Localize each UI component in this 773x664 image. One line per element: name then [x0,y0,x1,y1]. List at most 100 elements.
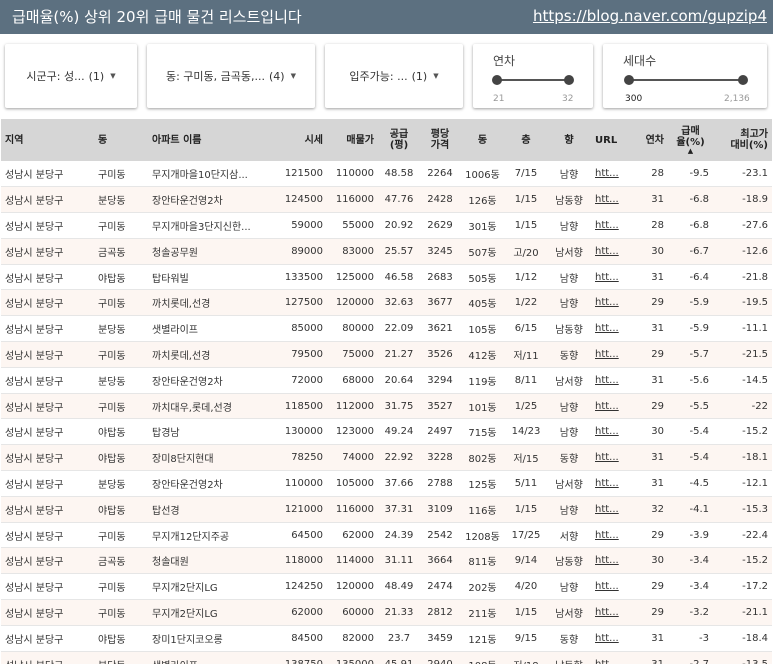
url-link[interactable]: htt... [591,161,625,187]
households-slider-min-handle[interactable] [624,75,634,85]
col-header[interactable]: 동 [94,119,148,161]
building-cell: 125동 [468,479,497,491]
age-cell: 28 [651,219,664,231]
col-header-sorted[interactable]: 급매 율(%) ▲ [668,119,713,161]
col-header[interactable]: 지역 [1,119,94,161]
age-cell: 32 [651,503,664,515]
building-cell: 301동 [468,221,497,233]
table-row[interactable]: 성남시 분당구 분당동 샛별라이프 85000 80000 22.09 3621 105동 6/… [1,316,772,342]
table-row[interactable]: 성남시 분당구 금곡동 청솔공무원 89000 83000 25.57 3245 507동 고/… [1,238,772,265]
table-row[interactable]: 성남시 분당구 야탑동 탑선경 121000 116000 37.31 3109 116동 1/… [1,496,772,523]
table-row[interactable]: 성남시 분당구 금곡동 청솔대원 118000 114000 31.11 3664 811동 9… [1,547,772,574]
price-per-pyeong-cell: 3109 [427,503,453,515]
discount-rate-cell: -3.4 [689,581,709,593]
col-header[interactable]: 시세 [274,119,327,161]
supply-pyeong-cell: 31.11 [384,555,414,567]
table-row[interactable]: 성남시 분당구 야탑동 탑경남 130000 123000 49.24 2497 715동 14… [1,419,772,445]
direction-cell: 남향 [559,299,579,311]
table-row[interactable]: 성남시 분당구 구미동 무지개마을10단지삼... 121500 110000 48.58… [1,161,772,187]
table-row[interactable]: 성남시 분당구 구미동 무지개12단지주공 64500 62000 24.39 2542 12… [1,522,772,548]
url-link[interactable]: htt... [591,445,625,471]
table-row[interactable]: 성남시 분당구 야탑동 장미8단지현대 78250 74000 22.92 3228 802동… [1,444,772,471]
url-link[interactable]: htt... [591,367,625,393]
table-row[interactable]: 성남시 분당구 분당동 장안타운건영2차 110000 105000 37.66 2788 1… [1,471,772,497]
age-cell: 31 [651,477,664,489]
table-row[interactable]: 성남시 분당구 구미동 까치롯데,선경 127500 120000 32.63 3677 40… [1,289,772,316]
url-link[interactable]: htt... [591,548,625,574]
table-row[interactable]: 성남시 분당구 야탑동 탑타워빌 133500 125000 46.58 2683 505동 1… [1,264,772,290]
region-cell: 성남시 분당구 [5,634,64,646]
table-row[interactable]: 성남시 분당구 분당동 장안타운건영2차 124500 116000 47.76 2428 1… [1,186,772,213]
age-cell: 30 [651,426,664,438]
table-header-row: 지역 동 아파트 이름 시세 매물가 공급 (평) 평당 가격 동 층 향 UR… [1,119,772,161]
dong-cell: 구미동 [98,170,126,182]
supply-pyeong-cell: 21.33 [384,606,414,618]
url-link[interactable]: htt... [591,496,625,522]
table-row[interactable]: 성남시 분당구 구미동 무지개2단지LG 62000 60000 21.33 2812 211… [1,599,772,626]
ipju-filter-dropdown[interactable]: 입주가능: ... (1) ▼ [325,44,463,108]
url-link[interactable]: htt... [591,238,625,264]
listing-price-cell: 123000 [335,426,374,438]
col-header[interactable]: 연차 [625,119,668,161]
households-range-slider: 세대수 300 2,136 [603,44,767,108]
building-cell: 715동 [468,428,497,440]
region-cell: 성남시 분당구 [1,651,94,664]
table-row[interactable]: 성남시 분당구 야탑동 장미1단지코오롱 84500 82000 23.7 3459 121동… [1,625,772,652]
url-link[interactable]: htt... [591,316,625,342]
dong-cell: 분당동 [98,325,126,337]
col-header[interactable]: 매물가 [327,119,378,161]
vs-peak-cell: -23.1 [742,168,768,180]
table-row[interactable]: 성남시 분당구 구미동 까치대우,롯데,선경 118500 112000 31.75 352… [1,393,772,419]
dong-cell: 분당동 [98,479,126,491]
col-header[interactable]: 동 [460,119,505,161]
col-header[interactable]: 아파트 이름 [148,119,274,161]
blog-link[interactable]: https://blog.naver.com/gupzip4 [533,7,767,25]
apartment-name-cell: 장미1단지코오롱 [152,634,223,646]
dong-cell: 구미동 [98,402,126,414]
direction-cell: 남서향 [555,247,583,259]
year-slider-track[interactable] [497,79,569,81]
url-link[interactable]: htt... [591,522,625,548]
region-cell: 성남시 분당구 [5,221,64,233]
table-row[interactable]: 성남시 분당구 구미동 무지개마을3단지신한... 59000 55000 20.92 26… [1,213,772,239]
url-link[interactable]: htt... [591,471,625,497]
table-row[interactable]: 성남시 분당구분당동샛별라이프13875013500045.912940108동… [1,651,772,664]
dong-cell: 구미동 [98,299,126,311]
url-link[interactable]: htt... [591,600,625,626]
url-link[interactable]: htt... [591,213,625,239]
year-slider-max-handle[interactable] [564,75,574,85]
col-header[interactable]: 향 [547,119,591,161]
sigungu-filter-dropdown[interactable]: 시군구: 성... (1) ▼ [5,44,137,108]
floor-cell: 1/15 [514,194,538,206]
dong-cell: 구미동 [98,531,126,543]
col-header[interactable]: 층 [505,119,547,161]
market-price-cell: 133500 [284,271,323,283]
url-link[interactable]: htt... [591,290,625,316]
dong-filter-dropdown[interactable]: 동: 구미동, 금곡동,... (4) ▼ [147,44,315,108]
price-per-pyeong-cell: 3621 [427,323,453,335]
households-slider-max-handle[interactable] [738,75,748,85]
households-slider-track[interactable] [629,79,743,81]
year-slider-min-handle[interactable] [492,75,502,85]
col-header[interactable]: URL [591,119,625,161]
building-cell: 1208동 [465,531,500,543]
url-link[interactable]: htt... [591,342,625,368]
url-link[interactable]: htt... [591,625,625,651]
url-link[interactable]: htt... [591,187,625,213]
discount-rate-cell: -9.5 [689,168,709,180]
table-row[interactable]: 성남시 분당구 분당동 장안타운건영2차 72000 68000 20.64 3294 119… [1,367,772,394]
table-row[interactable]: 성남시 분당구 구미동 무지개2단지LG 124250 120000 48.49 2474 2… [1,574,772,600]
region-cell: 성남시 분당구 [5,273,64,285]
col-header[interactable]: 최고가 대비(%) [713,119,772,161]
url-link[interactable]: htt... [591,264,625,290]
vs-peak-cell: -15.2 [742,555,768,567]
url-link[interactable]: htt... [591,574,625,600]
region-cell: 성남시 분당구 [5,299,64,311]
url-link[interactable]: htt... [591,393,625,419]
table-row[interactable]: 성남시 분당구 구미동 까치롯데,선경 79500 75000 21.27 3526 412동… [1,341,772,368]
col-header[interactable]: 공급 (평) [378,119,420,161]
col-header[interactable]: 평당 가격 [420,119,460,161]
url-link[interactable]: htt... [591,651,625,664]
dong-cell: 금곡동 [98,247,126,259]
url-link[interactable]: htt... [591,419,625,445]
